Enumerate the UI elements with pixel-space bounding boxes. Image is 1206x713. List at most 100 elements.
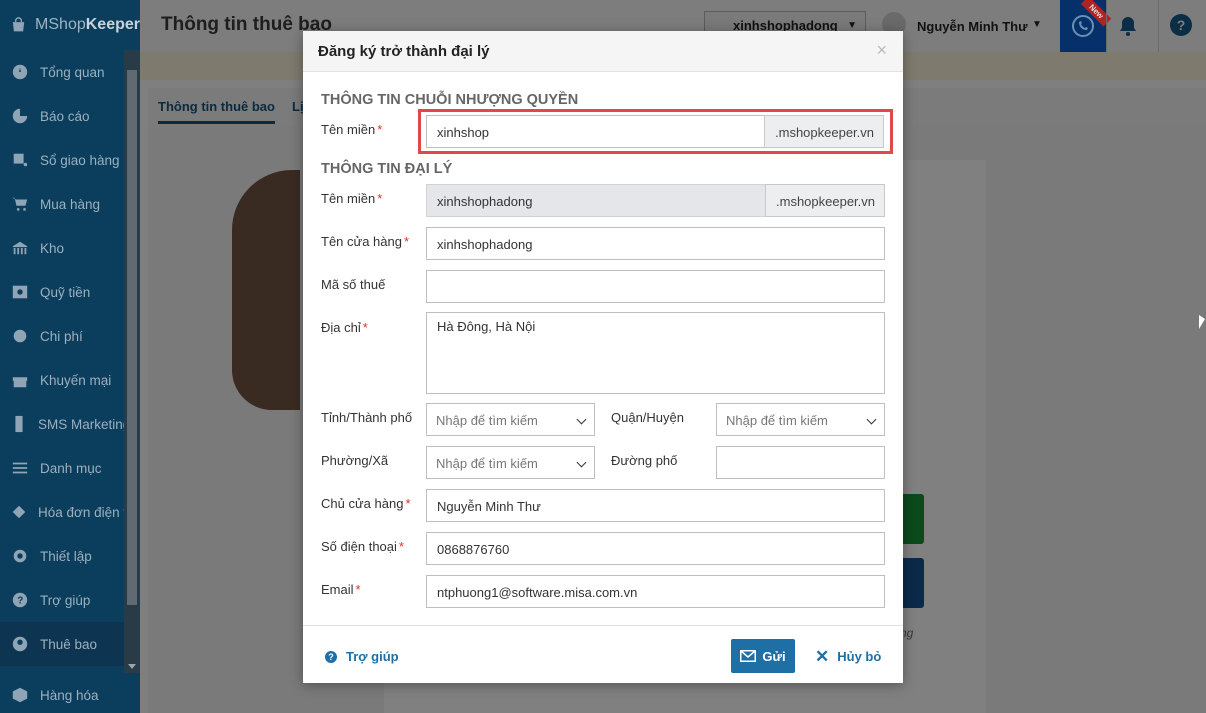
tab-subscription-info[interactable]: Thông tin thuê bao bbox=[158, 99, 275, 124]
sidebar-item[interactable]: Thiết lập bbox=[0, 534, 124, 578]
question-icon: ? bbox=[325, 650, 337, 663]
close-icon: ✕ bbox=[815, 647, 830, 666]
agent-domain-suffix: .mshopkeeper.vn bbox=[765, 184, 885, 217]
invoice-icon bbox=[10, 502, 28, 522]
send-button-label: Gửi bbox=[762, 648, 786, 664]
sidebar-item-label: Mua hàng bbox=[40, 196, 101, 212]
svg-text:?: ? bbox=[17, 596, 23, 607]
province-placeholder: Nhập để tìm kiếm bbox=[436, 413, 538, 428]
owner-label: Chủ cửa hàng * bbox=[321, 496, 411, 511]
profile-photo bbox=[232, 170, 300, 410]
sidebar-item-label: Hàng hóa bbox=[40, 687, 99, 703]
district-select[interactable]: Nhập để tìm kiếm bbox=[716, 403, 885, 436]
section-agent-title: THÔNG TIN ĐẠI LÝ bbox=[321, 161, 453, 177]
phone-call-button[interactable]: New bbox=[1060, 0, 1112, 52]
envelope-icon bbox=[740, 650, 757, 662]
mouse-cursor-icon bbox=[1199, 315, 1205, 329]
sidebar-item[interactable]: Thuê bao bbox=[0, 622, 124, 666]
sidebar-item[interactable]: Mua hàng bbox=[0, 182, 124, 226]
expense-icon bbox=[10, 326, 30, 346]
blue-action-button[interactable] bbox=[900, 558, 924, 608]
user-name[interactable]: Nguyễn Minh Thư bbox=[917, 19, 1028, 34]
street-input[interactable] bbox=[716, 446, 885, 479]
phone-input[interactable]: 0868876760 bbox=[426, 532, 885, 565]
ward-placeholder: Nhập để tìm kiếm bbox=[436, 456, 538, 471]
district-label: Quận/Huyện bbox=[611, 410, 684, 425]
sidebar-item[interactable]: Hóa đơn điện tử bbox=[0, 490, 124, 534]
sidebar-item[interactable]: Danh mục bbox=[0, 446, 124, 490]
header-divider bbox=[1106, 0, 1107, 52]
gift-icon bbox=[10, 370, 30, 390]
sidebar-item[interactable]: Tổng quan bbox=[0, 50, 124, 94]
bell-icon bbox=[1120, 17, 1136, 36]
agent-domain-label: Tên miền * bbox=[321, 191, 383, 206]
green-action-button[interactable] bbox=[900, 494, 924, 544]
ward-label: Phường/Xã bbox=[321, 453, 389, 468]
sidebar-item[interactable]: Sổ giao hàng bbox=[0, 138, 124, 182]
modal-title: Đăng ký trở thành đại lý bbox=[318, 43, 490, 60]
sidebar-scrollbar[interactable] bbox=[124, 50, 140, 673]
store-name-label: Tên cửa hàng * bbox=[321, 234, 410, 249]
header-divider bbox=[1158, 0, 1159, 52]
sidebar-item[interactable]: Kho bbox=[0, 226, 124, 270]
help-icon: ? bbox=[10, 590, 30, 610]
sidebar-item-hang-hoa[interactable]: Hàng hóa bbox=[0, 673, 124, 713]
question-icon: ? bbox=[1176, 17, 1186, 33]
email-input[interactable]: ntphuong1@software.misa.com.vn bbox=[426, 575, 885, 608]
sidebar-item-label: Chi phí bbox=[40, 328, 83, 344]
help-link-label: Trợ giúp bbox=[346, 649, 399, 664]
franchise-domain-label: Tên miền * bbox=[321, 122, 383, 137]
sidebar-item-label: Tổng quan bbox=[40, 64, 105, 80]
address-label: Địa chỉ * bbox=[321, 320, 368, 335]
help-link[interactable]: ? Trợ giúp bbox=[325, 649, 399, 664]
chevron-down-icon[interactable]: ▼ bbox=[1032, 19, 1042, 30]
chart-icon bbox=[10, 106, 30, 126]
close-icon[interactable]: × bbox=[876, 41, 887, 59]
sidebar-item-label: Sổ giao hàng bbox=[40, 152, 120, 168]
sidebar-item[interactable]: Báo cáo bbox=[0, 94, 124, 138]
address-textarea[interactable]: Hà Đông, Hà Nội bbox=[426, 312, 885, 394]
sidebar-item-label: Thiết lập bbox=[40, 548, 92, 564]
help-button[interactable]: ? bbox=[1170, 14, 1192, 36]
sidebar-item-label: Quỹ tiền bbox=[40, 284, 91, 300]
sidebar-item-label: Kho bbox=[40, 240, 65, 256]
shop-bag-icon bbox=[12, 17, 25, 32]
ward-select[interactable]: Nhập để tìm kiếm bbox=[426, 446, 595, 479]
dashboard-icon bbox=[10, 62, 30, 82]
cancel-button[interactable]: ✕ Hủy bỏ bbox=[815, 647, 882, 666]
sidebar-item[interactable]: Quỹ tiền bbox=[0, 270, 124, 314]
sidebar-item[interactable]: ? Trợ giúp bbox=[0, 578, 124, 622]
sidebar-item[interactable]: Chi phí bbox=[0, 314, 124, 358]
scroll-down-arrow-icon[interactable] bbox=[128, 664, 136, 669]
sidebar-item-label: Hóa đơn điện tử bbox=[38, 504, 124, 520]
store-name-input[interactable]: xinhshophadong bbox=[426, 227, 885, 260]
district-placeholder: Nhập để tìm kiếm bbox=[726, 413, 828, 428]
sidebar-item-label: Trợ giúp bbox=[40, 592, 91, 608]
send-button[interactable]: Gửi bbox=[731, 639, 795, 673]
phone-icon bbox=[1072, 15, 1094, 37]
chevron-down-icon bbox=[866, 414, 877, 425]
tax-code-input[interactable] bbox=[426, 270, 885, 303]
street-label: Đường phố bbox=[611, 453, 678, 468]
gear-icon bbox=[10, 546, 30, 566]
sidebar-item-label: Khuyến mại bbox=[40, 372, 112, 388]
box-icon bbox=[10, 685, 30, 705]
chevron-down-icon: ▼ bbox=[847, 20, 857, 31]
scrollbar-thumb[interactable] bbox=[127, 70, 137, 605]
sidebar-item[interactable]: Khuyến mại bbox=[0, 358, 124, 402]
highlight-box bbox=[418, 109, 893, 154]
notification-bell-button[interactable] bbox=[1116, 14, 1140, 38]
agent-domain-input: xinhshophadong bbox=[426, 184, 766, 217]
chevron-down-icon bbox=[576, 457, 587, 468]
email-label: Email * bbox=[321, 582, 361, 597]
owner-input[interactable]: Nguyễn Minh Thư bbox=[426, 489, 885, 522]
section-franchise-title: THÔNG TIN CHUỖI NHƯỢNG QUYỀN bbox=[321, 92, 579, 108]
cancel-button-label: Hủy bỏ bbox=[837, 649, 882, 664]
province-label: Tỉnh/Thành phố bbox=[321, 410, 413, 425]
sidebar-item[interactable]: SMS Marketing bbox=[0, 402, 124, 446]
app-logo[interactable]: MShop Keeper bbox=[0, 0, 140, 50]
logo-prefix: MShop bbox=[35, 16, 86, 33]
tab-history[interactable]: Lị bbox=[292, 99, 304, 114]
province-select[interactable]: Nhập để tìm kiếm bbox=[426, 403, 595, 436]
list-icon bbox=[10, 458, 30, 478]
